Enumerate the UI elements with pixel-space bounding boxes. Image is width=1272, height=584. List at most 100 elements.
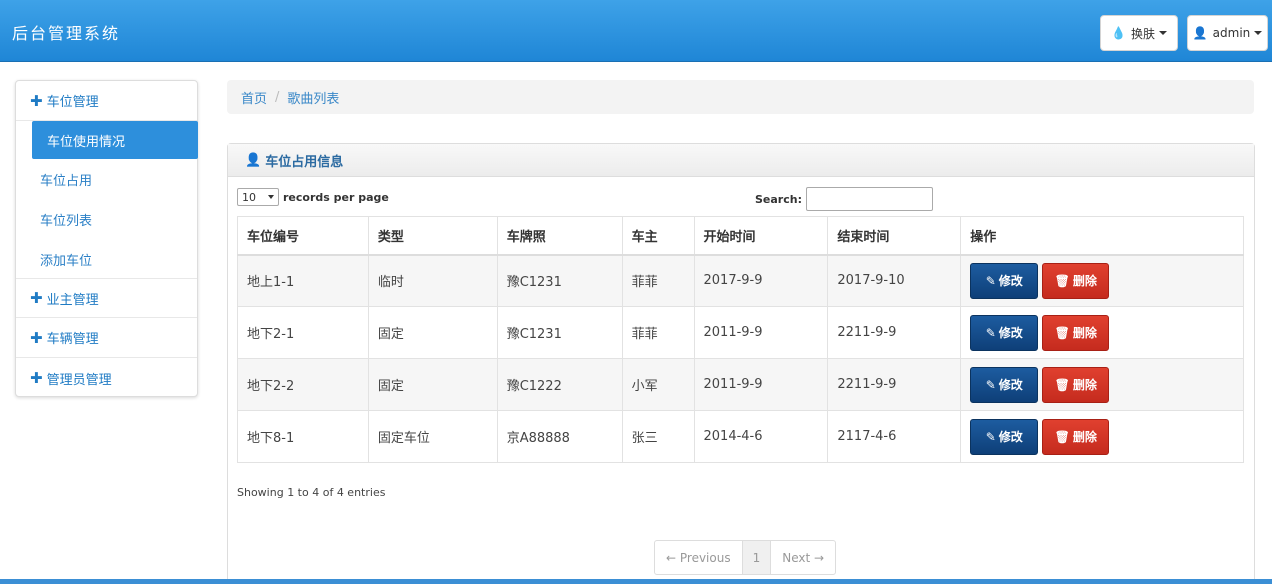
- edit-button[interactable]: ✎ 修改: [970, 418, 1039, 455]
- edit-icon: ✎: [985, 273, 996, 288]
- records-per-page: 10 records per page: [237, 188, 389, 206]
- droplet-icon: 💧: [1111, 26, 1126, 40]
- user-menu-label: admin: [1212, 26, 1251, 40]
- panel-header: 👤 车位占用信息: [228, 144, 1254, 177]
- table-info: Showing 1 to 4 of 4 entries: [237, 486, 386, 499]
- sidebar-item-parking-list[interactable]: 车位列表: [40, 199, 190, 239]
- app-title: 后台管理系统: [12, 24, 121, 43]
- column-header[interactable]: 结束时间: [827, 216, 962, 256]
- sidebar-group-parking[interactable]: ✚ 车位管理: [16, 81, 197, 121]
- delete-label: 删除: [1072, 326, 1097, 340]
- delete-button[interactable]: 🗑 删除: [1042, 418, 1110, 455]
- pagination: ← Previous 1 Next →: [654, 540, 837, 575]
- skin-button[interactable]: 💧 换肤: [1100, 15, 1178, 51]
- cell-actions: ✎ 修改 🗑 删除: [960, 306, 1244, 359]
- table-row: 地下2-1 固定 豫C1231 菲菲 2011-9-9 2211-9-9 ✎ 修改…: [237, 306, 1244, 359]
- delete-button[interactable]: 🗑 删除: [1042, 314, 1110, 351]
- cell-spot-id: 地下8-1: [237, 410, 369, 463]
- sidebar-item-parking-occupied[interactable]: 车位占用: [40, 159, 190, 199]
- page-size-select[interactable]: 10: [237, 188, 279, 206]
- edit-button[interactable]: ✎ 修改: [970, 262, 1039, 299]
- cell-type: 固定: [367, 358, 498, 411]
- records-label: records per page: [283, 190, 389, 204]
- delete-label: 删除: [1072, 378, 1097, 392]
- column-header[interactable]: 类型: [367, 216, 498, 256]
- column-header[interactable]: 车牌照: [496, 216, 623, 256]
- delete-label: 删除: [1072, 274, 1097, 289]
- cell-start-time: 2014-4-6: [693, 410, 829, 463]
- cell-spot-id: 地下2-2: [237, 358, 369, 411]
- search-area: Search:: [755, 187, 933, 211]
- cell-type: 固定车位: [367, 410, 498, 463]
- column-header[interactable]: 车主: [621, 216, 695, 256]
- plus-icon: ✚: [30, 91, 43, 110]
- sidebar-group-vehicles[interactable]: ✚ 车辆管理: [16, 318, 197, 358]
- cell-end-time: 2017-9-10: [827, 254, 962, 307]
- cell-actions: ✎ 修改 🗑 删除: [960, 410, 1244, 463]
- breadcrumb-current: 歌曲列表: [287, 91, 340, 107]
- parking-occupancy-panel: 👤 车位占用信息 10 records per page Search: 车位编…: [227, 143, 1255, 584]
- cell-start-time: 2011-9-9: [693, 358, 829, 411]
- bottom-border: [0, 579, 1272, 584]
- caret-down-icon: [1158, 31, 1167, 35]
- cell-start-time: 2011-9-9: [693, 306, 829, 359]
- trash-icon: 🗑: [1054, 273, 1070, 288]
- cell-actions: ✎ 修改 🗑 删除: [960, 254, 1244, 307]
- delete-button[interactable]: 🗑 删除: [1042, 366, 1110, 403]
- cell-spot-id: 地上1-1: [237, 254, 369, 307]
- user-icon: 👤: [1192, 26, 1208, 40]
- page-number-button[interactable]: 1: [742, 541, 772, 574]
- cell-plate: 京A88888: [496, 410, 623, 463]
- sidebar-group-label: 车辆管理: [46, 332, 99, 347]
- sidebar-item-add-parking[interactable]: 添加车位: [40, 239, 190, 279]
- column-header[interactable]: 车位编号: [237, 216, 369, 256]
- sidebar-group-owners[interactable]: ✚ 业主管理: [16, 278, 197, 318]
- plus-icon: ✚: [30, 328, 43, 347]
- breadcrumb: 首页 / 歌曲列表: [227, 80, 1254, 114]
- cell-end-time: 2211-9-9: [827, 358, 962, 411]
- skin-button-label: 换肤: [1130, 26, 1155, 41]
- sidebar-group-label: 管理员管理: [46, 372, 112, 388]
- edit-button[interactable]: ✎ 修改: [970, 314, 1039, 351]
- panel-title: 车位占用信息: [265, 154, 344, 170]
- edit-label: 修改: [998, 274, 1023, 289]
- sidebar-item-parking-usage[interactable]: 车位使用情况: [32, 121, 198, 159]
- cell-owner: 菲菲: [621, 306, 695, 359]
- edit-icon: ✎: [985, 429, 996, 444]
- cell-owner: 小军: [621, 358, 695, 411]
- cell-actions: ✎ 修改 🗑 删除: [960, 358, 1244, 411]
- search-input[interactable]: [805, 187, 933, 211]
- sidebar-group-admins[interactable]: ✚ 管理员管理: [16, 358, 197, 398]
- delete-button[interactable]: 🗑 删除: [1042, 262, 1110, 299]
- user-menu-button[interactable]: 👤 admin: [1187, 15, 1268, 51]
- caret-down-icon: [1254, 31, 1263, 35]
- cell-plate: 豫C1231: [496, 306, 623, 359]
- edit-label: 修改: [998, 430, 1023, 444]
- search-label: Search:: [755, 192, 802, 206]
- cell-start-time: 2017-9-9: [693, 254, 829, 307]
- user-icon: 👤: [245, 152, 262, 168]
- next-page-button[interactable]: Next →: [771, 541, 835, 574]
- breadcrumb-home-link[interactable]: 首页: [241, 88, 267, 107]
- edit-icon: ✎: [985, 377, 996, 392]
- edit-icon: ✎: [985, 325, 996, 340]
- cell-owner: 张三: [621, 410, 695, 463]
- edit-button[interactable]: ✎ 修改: [970, 366, 1039, 403]
- select-arrow-icon: [268, 195, 274, 199]
- cell-type: 固定: [367, 306, 498, 359]
- trash-icon: 🗑: [1054, 325, 1070, 340]
- sidebar-group-label: 车位管理: [46, 95, 99, 110]
- trash-icon: 🗑: [1054, 429, 1070, 444]
- delete-label: 删除: [1072, 430, 1097, 444]
- cell-plate: 豫C1231: [496, 254, 623, 307]
- previous-page-button[interactable]: ← Previous: [655, 541, 743, 574]
- cell-plate: 豫C1222: [496, 358, 623, 411]
- cell-end-time: 2211-9-9: [827, 306, 962, 359]
- table-row: 地上1-1 临时 豫C1231 菲菲 2017-9-9 2017-9-10 ✎ 修…: [237, 254, 1244, 307]
- sidebar-group-label: 业主管理: [46, 292, 99, 308]
- column-header[interactable]: 开始时间: [693, 216, 829, 256]
- top-header: 后台管理系统 💧 换肤 👤 admin: [0, 0, 1272, 62]
- table-row: 地下2-2 固定 豫C1222 小军 2011-9-9 2211-9-9 ✎ 修改…: [237, 358, 1244, 411]
- plus-icon: ✚: [30, 289, 43, 307]
- table-row: 地下8-1 固定车位 京A88888 张三 2014-4-6 2117-4-6 …: [237, 410, 1244, 463]
